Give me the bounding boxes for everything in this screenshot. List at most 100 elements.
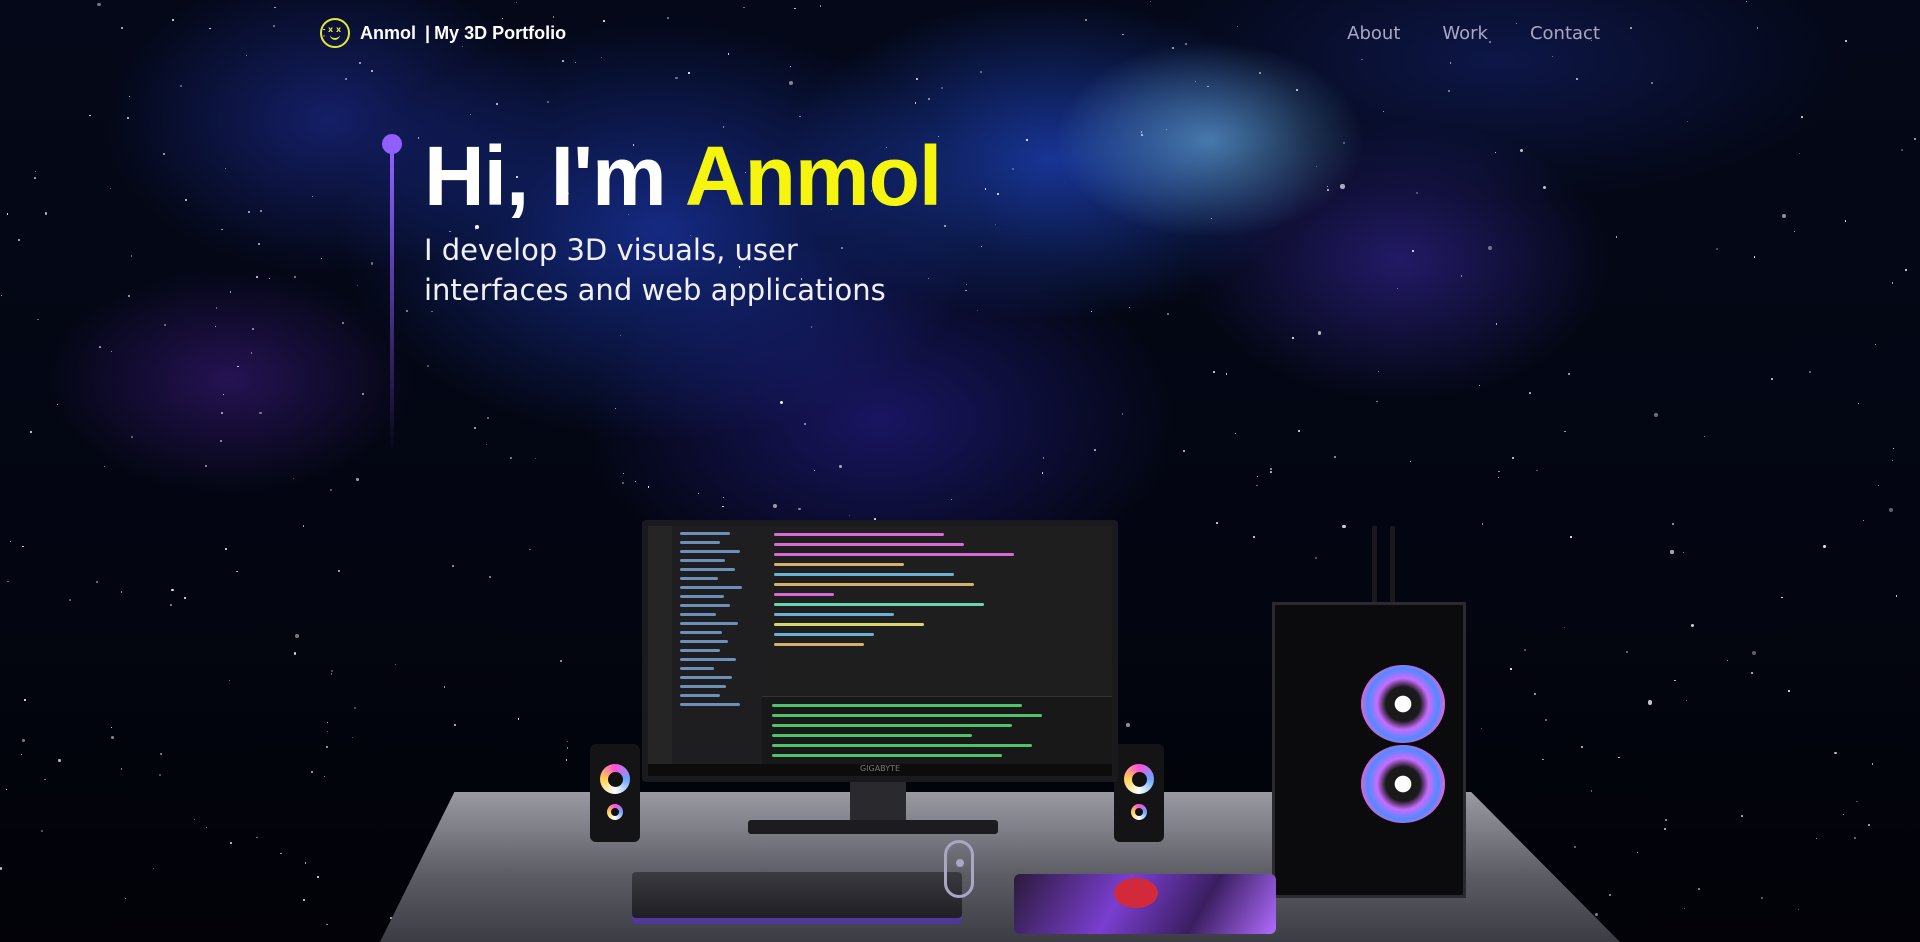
star [489,576,492,579]
star [1376,400,1378,403]
star [1877,485,1879,487]
star [1340,184,1345,189]
star [1121,413,1124,415]
star [6,213,9,215]
star [247,210,250,213]
star [180,84,182,87]
star [474,427,477,430]
star [1482,523,1484,525]
brand-link[interactable]: xx Anmol | My 3D Portfolio [320,18,566,48]
star [810,325,813,328]
star [984,188,987,191]
star [294,275,297,278]
star [1834,751,1837,755]
star [1845,220,1847,222]
star [1256,484,1258,487]
star [1234,432,1237,435]
star [622,482,624,484]
star [1511,457,1514,460]
star [997,193,1000,196]
star [351,737,353,739]
star [431,310,433,313]
star [614,407,617,410]
star [1842,814,1844,816]
star [1140,134,1143,137]
star [1716,247,1719,250]
star [469,114,471,116]
scroll-down-icon[interactable] [944,840,974,898]
star [1625,651,1628,654]
hero-heading: Hi, I'm Anmol [424,128,942,225]
star [185,198,188,202]
star [980,246,983,248]
star [1327,185,1329,187]
star [995,223,997,225]
star [1042,457,1045,459]
star [345,78,347,80]
star [1563,626,1565,629]
star [230,842,232,844]
star [1568,373,1571,376]
star [337,569,340,573]
star [256,836,258,839]
star [1685,699,1688,702]
star [1751,672,1753,675]
star [228,679,231,682]
star [1528,392,1531,394]
star [1480,728,1483,730]
star [1888,508,1893,513]
star [1793,231,1795,233]
star [1327,188,1330,191]
star [17,239,20,242]
star [1761,897,1764,900]
star [215,307,218,309]
star [341,322,344,325]
star [1128,307,1131,309]
star [1542,186,1547,190]
star [1478,385,1480,387]
star [1207,85,1209,88]
star [1753,256,1756,258]
star [1891,282,1894,284]
nav-link-work[interactable]: Work [1442,23,1488,44]
hero-subtitle-line2: interfaces and web applications [424,273,886,307]
smiley-logo-icon: xx [320,18,350,48]
star [250,352,253,354]
star [417,137,420,140]
nav-link-about[interactable]: About [1347,23,1400,44]
star [1874,344,1876,346]
antenna-left [1372,526,1377,606]
star [272,24,275,27]
star [1544,719,1547,722]
star [1683,552,1685,554]
star [1690,623,1694,627]
star [24,699,26,701]
hero-greeting: Hi, I'm [424,129,667,223]
star [1756,27,1759,29]
star [804,422,806,425]
star [1383,111,1385,113]
star [225,167,227,170]
star [21,738,26,743]
nav-link-contact[interactable]: Contact [1530,23,1600,44]
star [1314,557,1317,560]
star [237,365,239,368]
star [1298,429,1301,432]
nav-links: About Work Contact [1347,23,1600,44]
case-fan-bottom [1361,745,1445,823]
star [1488,245,1493,250]
star [160,752,163,755]
star [1026,139,1028,141]
star [1752,651,1757,656]
star [780,400,784,404]
star [259,411,262,414]
star [1411,249,1414,252]
star [394,663,396,666]
hero-subtitle: I develop 3D visuals, user interfaces an… [424,230,944,310]
star [302,525,305,527]
star [566,746,569,749]
timeline-dot [382,134,402,154]
star [44,212,48,215]
star [121,768,123,770]
star [1672,523,1675,526]
